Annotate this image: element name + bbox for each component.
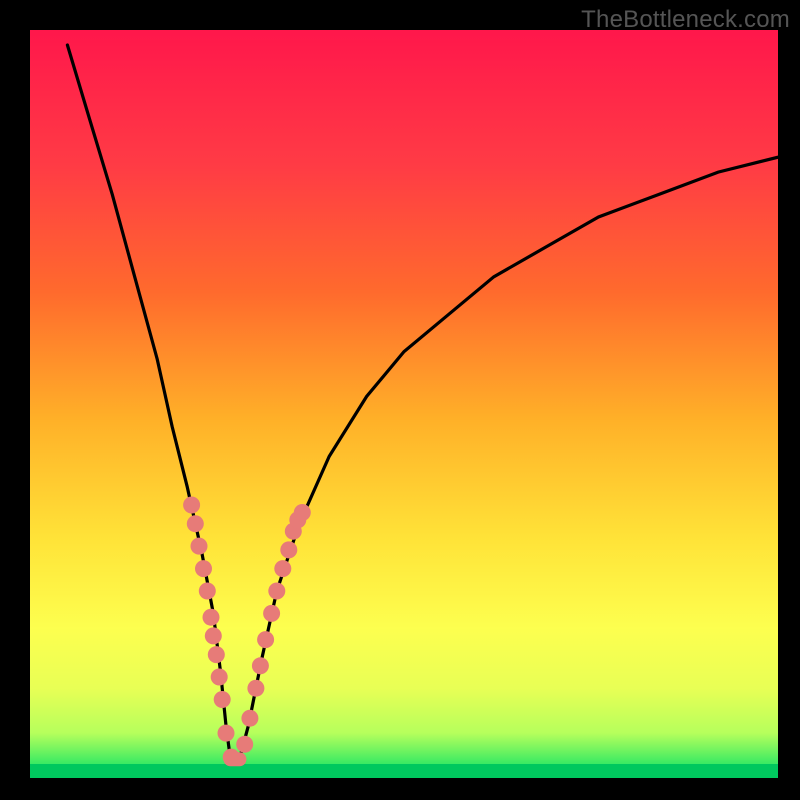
data-dot (211, 669, 228, 686)
plot-background (30, 30, 778, 778)
data-dot (241, 710, 258, 727)
data-dot (187, 515, 204, 532)
data-dot (191, 538, 208, 555)
data-dot (199, 583, 216, 600)
data-dot (280, 541, 297, 558)
chart-canvas (0, 0, 800, 800)
data-dot (203, 609, 220, 626)
data-dot (252, 657, 269, 674)
data-dot (208, 646, 225, 663)
data-dot (263, 605, 280, 622)
data-dot (247, 680, 264, 697)
data-dot (218, 725, 235, 742)
data-dot (257, 631, 274, 648)
data-dot (214, 691, 231, 708)
data-dot (274, 560, 291, 577)
data-dot (223, 749, 240, 766)
data-dot (268, 583, 285, 600)
watermark-text: TheBottleneck.com (581, 6, 790, 34)
chart-frame: TheBottleneck.com (0, 0, 800, 800)
data-dot (195, 560, 212, 577)
data-dot (294, 504, 311, 521)
bottom-band (30, 764, 778, 778)
data-dot (205, 627, 222, 644)
data-dot (236, 736, 253, 753)
data-dot (183, 497, 200, 514)
